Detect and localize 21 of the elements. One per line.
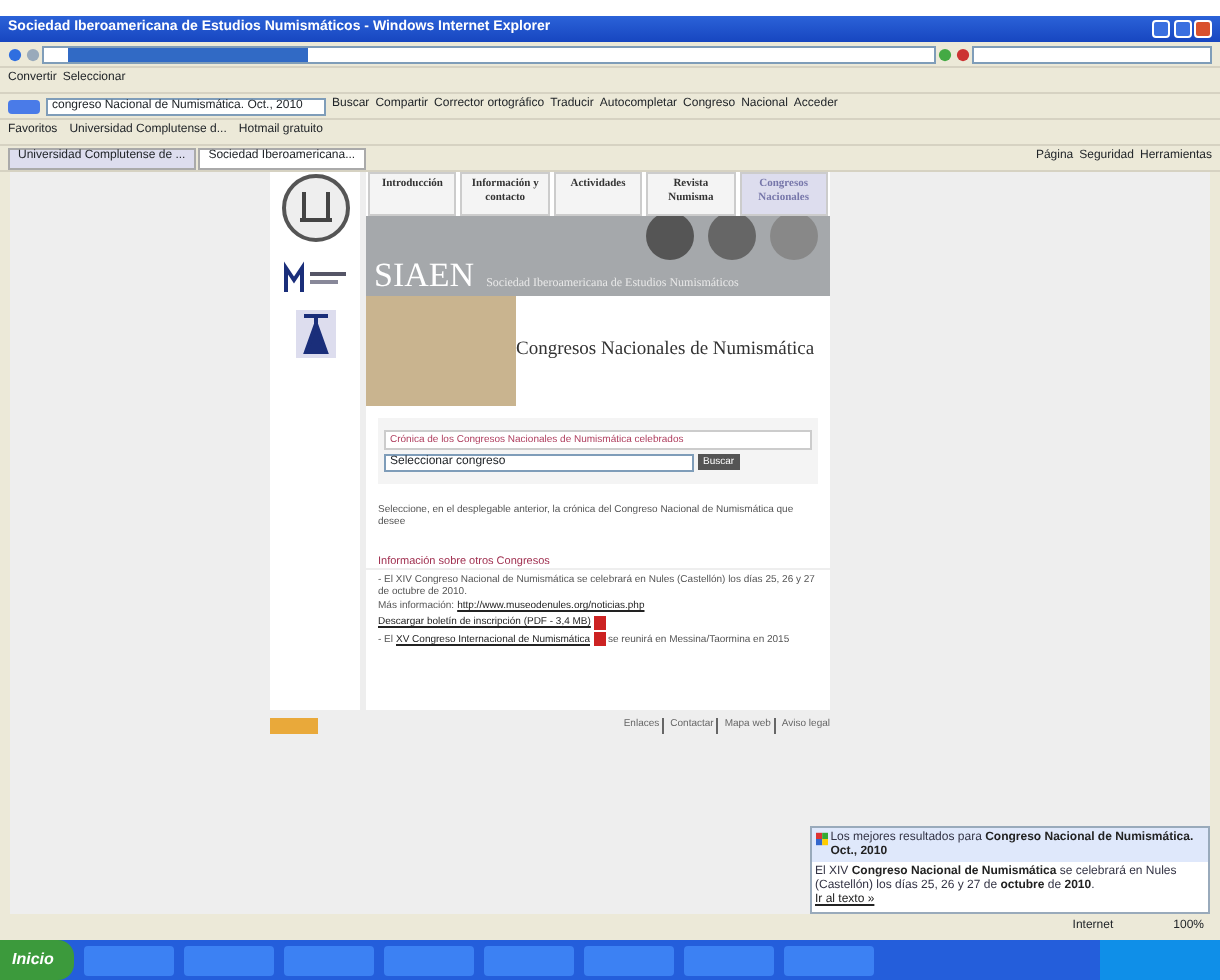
taskbar-button[interactable] [783, 945, 874, 975]
system-tray [1100, 940, 1220, 980]
taskbar-button[interactable] [383, 945, 474, 975]
search-field[interactable] [972, 45, 1212, 63]
address-field[interactable] [42, 45, 935, 63]
seal-logo [279, 172, 351, 244]
start-button[interactable]: Inicio [0, 940, 74, 980]
minimize-button[interactable] [1152, 20, 1170, 38]
page-heading: Congresos Nacionales de Numismática [516, 339, 815, 363]
taskbar-button[interactable] [683, 945, 774, 975]
taskbar-button[interactable] [583, 945, 674, 975]
maximize-button[interactable] [1173, 20, 1191, 38]
site-acronym: SIAEN [374, 258, 475, 292]
tower-logo [293, 308, 337, 360]
google-icon [815, 831, 828, 846]
taskbar-button[interactable] [283, 945, 374, 975]
taskbar-button[interactable] [83, 945, 174, 975]
taskbar-button[interactable] [483, 945, 574, 975]
close-button[interactable] [1194, 20, 1212, 38]
taskbar-button[interactable] [183, 945, 274, 975]
validation-badge [270, 718, 318, 735]
